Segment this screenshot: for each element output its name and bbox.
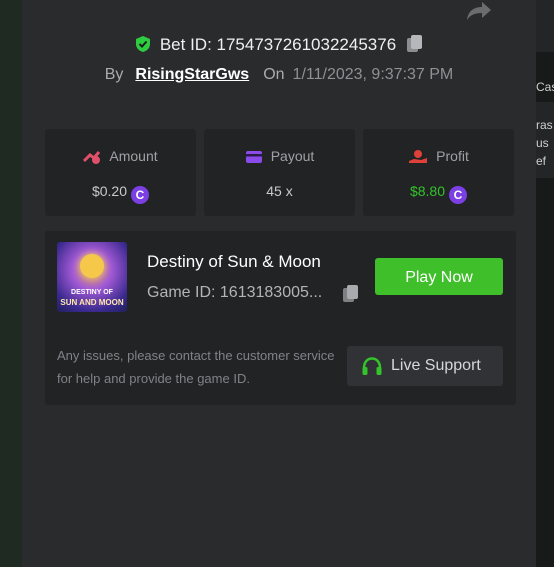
game-id: Game ID: 1613183005... [147, 284, 323, 301]
coin-icon: C [131, 186, 150, 204]
live-support-button[interactable]: Live Support [347, 346, 503, 386]
headset-icon [362, 357, 382, 375]
bet-id-row: Bet ID: 1754737261032245376 [22, 33, 536, 57]
profit-value: $8.80 [409, 183, 446, 199]
bet-author-row: By RisingStarGws On 1/11/2023, 9:37:37 PM [22, 63, 536, 87]
live-support-label: Live Support [391, 357, 481, 374]
background-strip [536, 0, 554, 52]
coin-icon: C [449, 186, 468, 204]
background-text: us [536, 136, 549, 150]
username-link[interactable]: RisingStarGws [135, 66, 249, 83]
amount-label: Amount [109, 148, 158, 164]
profit-label: Profit [436, 148, 469, 164]
bet-id: Bet ID: 1754737261032245376 [159, 35, 397, 54]
background-right: Cas ras us ef [536, 0, 554, 567]
copy-icon[interactable] [406, 34, 424, 54]
game-card: DESTINY OF SUN AND MOON Destiny of Sun &… [45, 231, 516, 405]
background-text: ef [536, 154, 547, 168]
sun-icon [80, 254, 104, 278]
share-icon[interactable] [464, 0, 494, 22]
background-text: ras [536, 118, 553, 132]
game-thumbnail[interactable]: DESTINY OF SUN AND MOON [57, 242, 127, 312]
game-title: Destiny of Sun & Moon [147, 252, 321, 271]
amount-card: Amount $0.20 C [45, 129, 196, 216]
play-now-button[interactable]: Play Now [375, 258, 503, 295]
bet-detail-modal: Bet ID: 1754737261032245376 By RisingStar… [22, 0, 536, 567]
support-note: Any issues, please contact the customer … [57, 348, 335, 386]
payout-card: Payout 45 x [204, 129, 355, 216]
payout-value: 45 x [266, 183, 293, 199]
on-label: On [263, 66, 285, 83]
amount-icon [83, 151, 101, 164]
amount-value: $0.20 [91, 183, 128, 199]
thumbnail-title-line: SUN AND MOON [60, 298, 124, 307]
payout-icon [245, 151, 262, 163]
background-left [0, 0, 22, 567]
copy-icon[interactable] [342, 284, 360, 304]
by-label: By [104, 66, 124, 83]
background-text: Cas [536, 80, 554, 94]
bet-date: 1/11/2023, 9:37:37 PM [292, 66, 454, 83]
thumbnail-title-line: DESTINY OF [71, 289, 113, 296]
payout-label: Payout [270, 148, 315, 164]
profit-icon [409, 150, 428, 163]
profit-card: Profit $8.80 C [363, 129, 514, 216]
verified-shield-icon [134, 35, 152, 53]
